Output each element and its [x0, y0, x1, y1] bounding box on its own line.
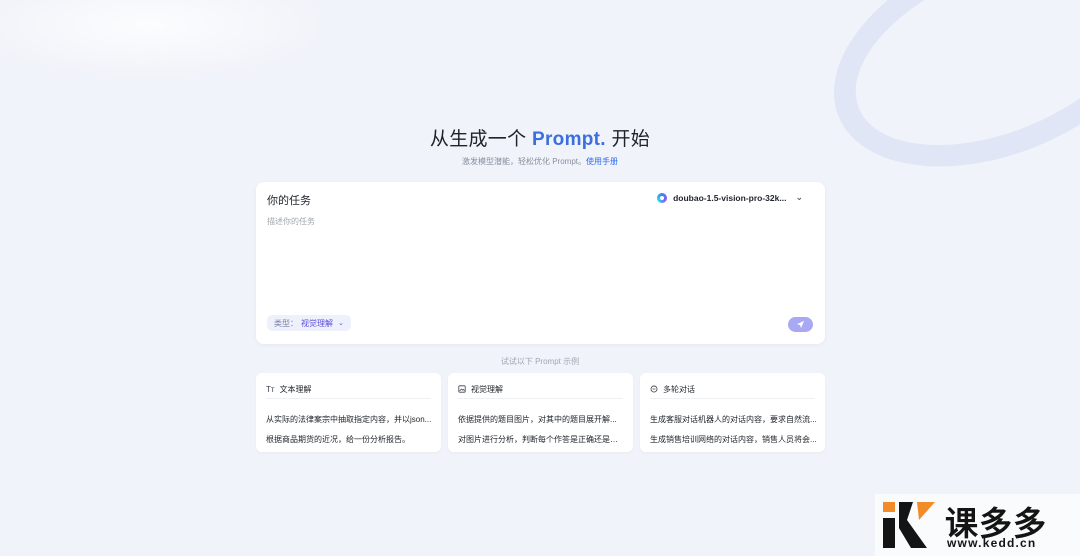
- manual-link[interactable]: 使用手册: [586, 157, 618, 166]
- example-card-chat[interactable]: 多轮对话 生成客服对话机器人的对话内容，要求自然流... 生成销售培训网络的对话…: [640, 373, 825, 452]
- model-logo-icon: [657, 192, 668, 203]
- example-item[interactable]: 对图片进行分析，判断每个作答是正确还是错误: [458, 434, 625, 445]
- example-cards: Tт 文本理解 从实际的法律案宗中抽取指定内容，并以json... 根据商品期货…: [256, 373, 825, 452]
- brand-url: www.kedd.cn: [947, 536, 1037, 550]
- chevron-down-icon: ⌄: [795, 192, 803, 202]
- type-select[interactable]: 类型： 视觉理解 ⌄: [267, 315, 351, 331]
- text-format-icon: Tт: [266, 385, 275, 394]
- type-prefix: 类型：: [274, 318, 298, 328]
- hero: 从生成一个 Prompt. 开始 激发模型潜能，轻松优化 Prompt。使用手册: [0, 124, 1080, 167]
- title-after: 开始: [611, 129, 651, 150]
- task-card: 你的任务 doubao-1.5-vision-pro-32k... ⌄ 类型： …: [256, 182, 825, 344]
- page-title: 从生成一个 Prompt. 开始: [0, 124, 1080, 151]
- subtitle-text: 激发模型潜能，轻松优化 Prompt。: [461, 157, 586, 166]
- page-subtitle: 激发模型潜能，轻松优化 Prompt。使用手册: [0, 156, 1080, 167]
- model-select[interactable]: doubao-1.5-vision-pro-32k... ⌄: [657, 192, 803, 203]
- task-label: 你的任务: [267, 195, 311, 207]
- examples-hint: 试试以下 Prompt 示例: [500, 357, 580, 366]
- example-card-title: 视觉理解: [471, 385, 503, 394]
- type-value: 视觉理解: [301, 318, 333, 328]
- image-icon: [458, 384, 466, 395]
- title-before: 从生成一个: [429, 129, 527, 150]
- example-card-vision[interactable]: 视觉理解 依据提供的题目图片，对其中的题目展开解... 对图片进行分析，判断每个…: [448, 373, 633, 452]
- example-item[interactable]: 从实际的法律案宗中抽取指定内容，并以json...: [266, 414, 433, 425]
- example-item[interactable]: 依据提供的题目图片，对其中的题目展开解...: [458, 414, 625, 425]
- example-card-title: 多轮对话: [663, 385, 695, 394]
- example-card-header: 多轮对话: [650, 381, 815, 399]
- task-input[interactable]: [267, 216, 807, 286]
- send-button[interactable]: [788, 317, 813, 332]
- chat-bubble-icon: [650, 385, 658, 395]
- send-icon: [796, 320, 805, 329]
- example-card-title: 文本理解: [279, 385, 312, 394]
- brand-logo-icon: [883, 502, 935, 548]
- background-arc: [800, 0, 1080, 212]
- background-glow: [0, 0, 340, 80]
- example-item[interactable]: 生成销售培训网络的对话内容，销售人员将会...: [650, 434, 817, 445]
- example-card-header: Tт 文本理解: [266, 381, 431, 399]
- example-card-text[interactable]: Tт 文本理解 从实际的法律案宗中抽取指定内容，并以json... 根据商品期货…: [256, 373, 441, 452]
- example-card-header: 视觉理解: [458, 381, 623, 399]
- example-item[interactable]: 根据商品期货的近况，给一份分析报告。: [266, 434, 433, 445]
- watermark: 课多多 www.kedd.cn: [875, 494, 1080, 556]
- title-accent: Prompt.: [532, 129, 606, 150]
- example-item[interactable]: 生成客服对话机器人的对话内容，要求自然流...: [650, 414, 817, 425]
- page: 从生成一个 Prompt. 开始 激发模型潜能，轻松优化 Prompt。使用手册…: [0, 0, 1080, 556]
- chevron-down-icon: ⌄: [338, 320, 344, 327]
- model-name: doubao-1.5-vision-pro-32k...: [673, 192, 787, 203]
